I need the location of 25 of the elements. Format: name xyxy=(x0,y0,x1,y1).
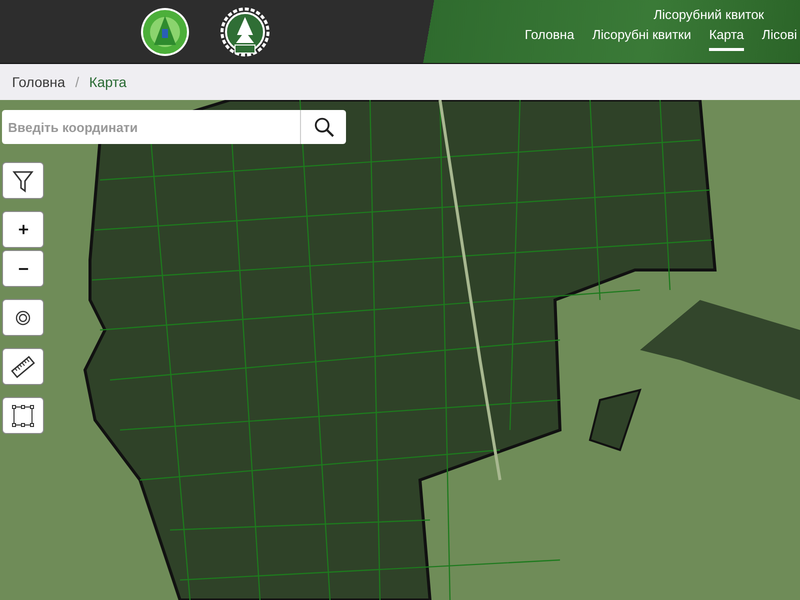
emblem-logo xyxy=(140,6,190,56)
selection-square-icon xyxy=(11,404,35,428)
plus-icon xyxy=(18,224,28,235)
search-button[interactable] xyxy=(300,110,346,144)
filter-icon xyxy=(11,168,35,192)
select-area-button[interactable] xyxy=(2,397,44,434)
search-icon xyxy=(312,116,334,138)
locate-button[interactable] xyxy=(2,299,44,336)
ruler-icon xyxy=(11,354,35,378)
filter-button[interactable] xyxy=(2,162,44,199)
zoom-in-button[interactable] xyxy=(2,211,44,248)
tree-gear-logo xyxy=(220,6,270,56)
nav-tab[interactable]: Лісорубні квитки xyxy=(592,27,692,51)
nav-tab[interactable]: Лісові xyxy=(762,27,797,51)
site-title: Лісорубний квиток xyxy=(654,7,764,22)
breadcrumb-link[interactable]: Карта xyxy=(89,74,127,90)
nav-tab[interactable]: Головна xyxy=(524,27,574,51)
nav-tab[interactable]: Карта xyxy=(709,27,744,51)
breadcrumb-link[interactable]: Головна xyxy=(12,74,66,90)
minus-icon xyxy=(18,266,28,270)
zoom-out-button[interactable] xyxy=(2,250,44,287)
target-icon xyxy=(15,310,31,326)
coordinates-search-field[interactable]: Введіть координати xyxy=(2,110,300,144)
breadcrumb-separator: / xyxy=(75,74,80,90)
measure-button[interactable] xyxy=(2,348,44,385)
